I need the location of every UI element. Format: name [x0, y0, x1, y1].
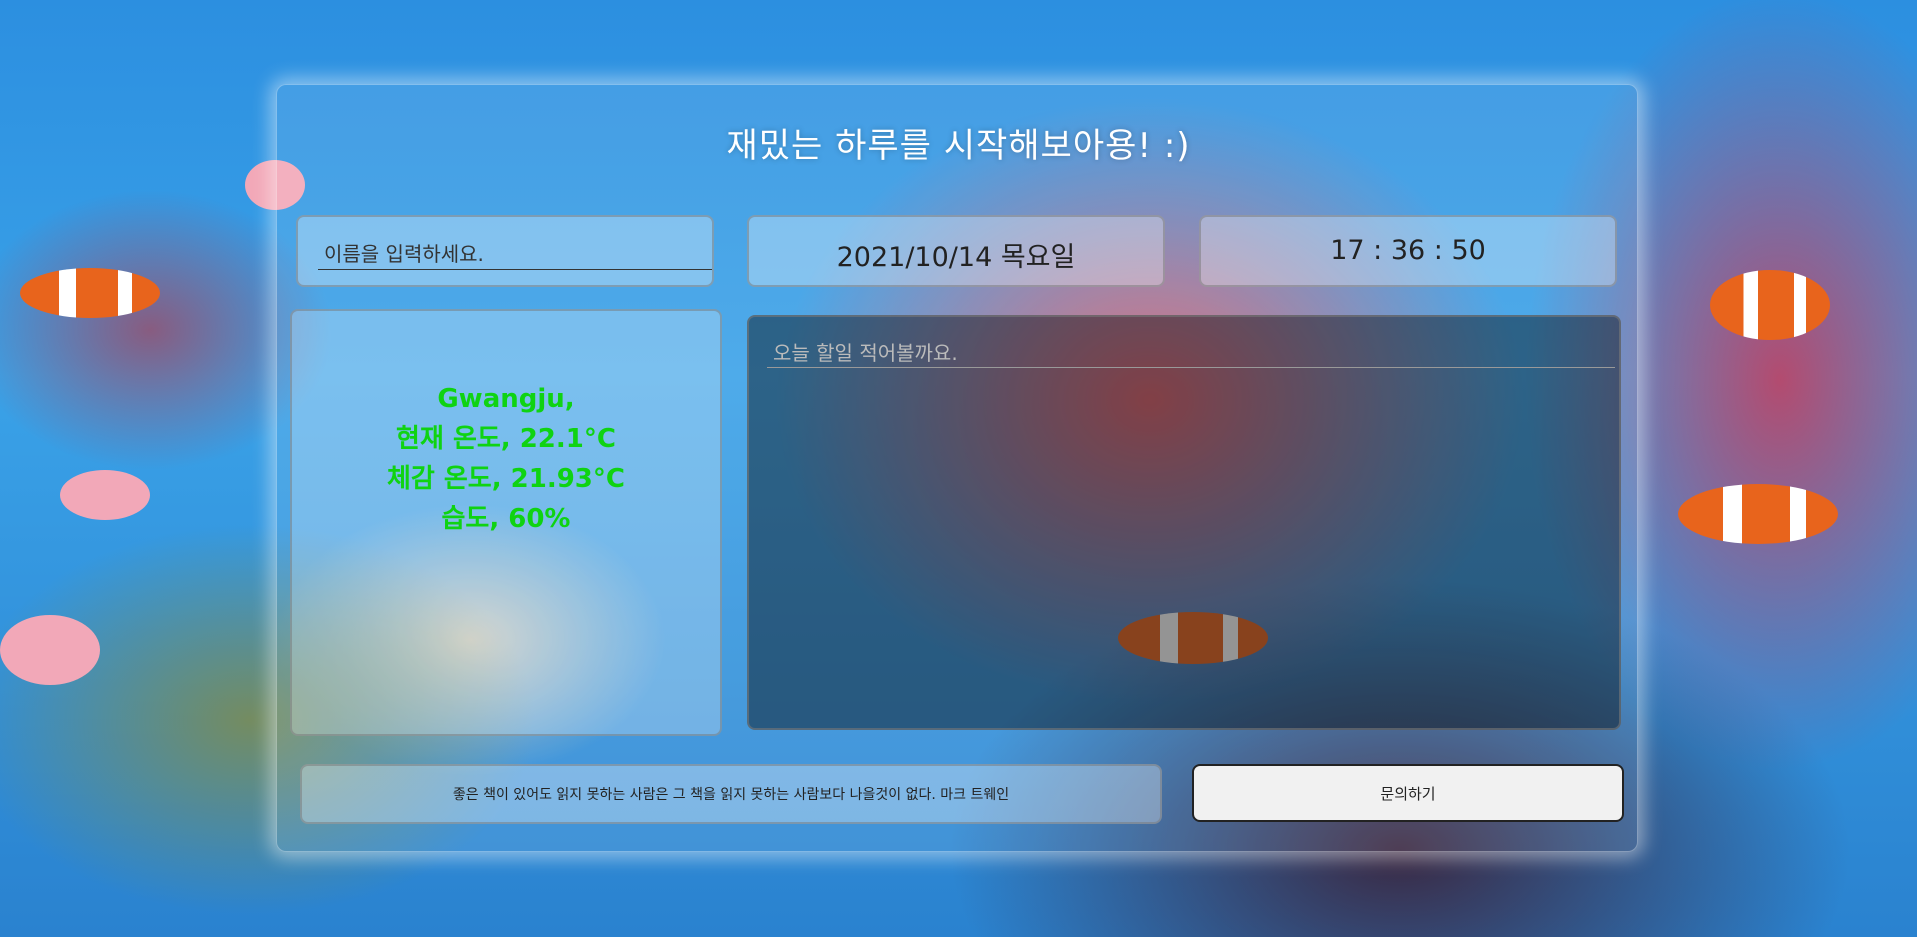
clownfish-decoration: [20, 268, 160, 318]
todo-input[interactable]: [767, 339, 1615, 368]
quote-text: 좋은 책이 있어도 읽지 못하는 사람은 그 책을 읽지 못하는 사람보다 나을…: [452, 787, 1010, 803]
weather-city: Gwangju,: [437, 384, 575, 414]
todo-card: [747, 315, 1621, 730]
weather-feels-like: 체감 온도, 21.93°C: [387, 464, 625, 494]
weather-current-temp: 현재 온도, 22.1°C: [396, 424, 616, 454]
time-card: 17 : 36 : 50: [1199, 215, 1617, 287]
weather-info: Gwangju, 현재 온도, 22.1°C 체감 온도, 21.93°C 습도…: [292, 379, 720, 539]
weather-card: Gwangju, 현재 온도, 22.1°C 체감 온도, 21.93°C 습도…: [290, 309, 722, 736]
name-card: [296, 215, 714, 287]
clownfish-decoration: [1678, 484, 1838, 544]
date-display: 2021/10/14 목요일: [836, 242, 1076, 273]
name-input[interactable]: [318, 239, 712, 270]
weather-humidity: 습도, 60%: [441, 504, 571, 534]
pink-fish-decoration: [0, 615, 100, 685]
page-title: 재밌는 하루를 시작해보아용! :): [726, 126, 1191, 166]
clock-display: 17 : 36 : 50: [1330, 235, 1486, 266]
pink-fish-decoration: [60, 470, 150, 520]
quote-card: 좋은 책이 있어도 읽지 못하는 사람은 그 책을 읽지 못하는 사람보다 나을…: [300, 764, 1162, 824]
date-card: 2021/10/14 목요일: [747, 215, 1165, 287]
contact-button[interactable]: 문의하기: [1192, 764, 1624, 822]
clownfish-decoration: [1710, 270, 1830, 340]
